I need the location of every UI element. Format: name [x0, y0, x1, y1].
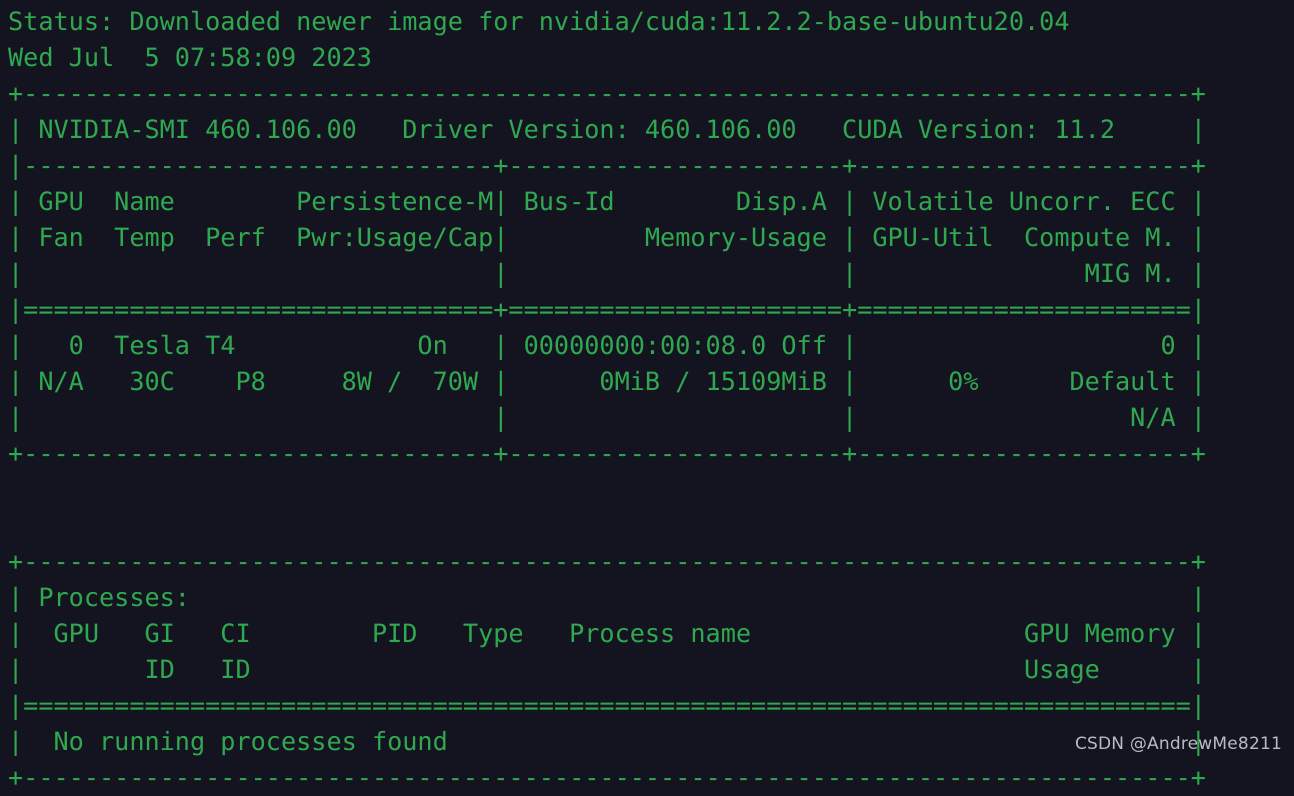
terminal-line-timestamp: Wed Jul 5 07:58:09 2023	[8, 43, 372, 72]
processes-title-line: | Processes: |	[8, 583, 1206, 612]
gpu-table-bottom-border: +-------------------------------+-------…	[8, 439, 1206, 468]
csdn-watermark: CSDN @AndrewMe8211	[1074, 734, 1282, 754]
processes-header-separator: |=======================================…	[8, 691, 1206, 720]
smi-version-line: | NVIDIA-SMI 460.106.00 Driver Version: …	[8, 115, 1206, 144]
smi-table-top-border: +---------------------------------------…	[8, 79, 1206, 108]
processes-header-row-2: | ID ID Usage |	[8, 655, 1206, 684]
gpu-table-header-row-2: | Fan Temp Perf Pwr:Usage/Cap| Memory-Us…	[8, 223, 1206, 252]
processes-header-row-1: | GPU GI CI PID Type Process name GPU Me…	[8, 619, 1206, 648]
gpu-table-header-row-1: | GPU Name Persistence-M| Bus-Id Disp.A …	[8, 187, 1206, 216]
terminal-line-status: Status: Downloaded newer image for nvidi…	[8, 7, 1070, 36]
processes-table-top-border: +---------------------------------------…	[8, 547, 1206, 576]
terminal-window[interactable]: Status: Downloaded newer image for nvidi…	[0, 0, 1294, 792]
smi-header-divider: |-------------------------------+-------…	[8, 151, 1206, 180]
gpu-row-0-line-1: | 0 Tesla T4 On | 00000000:00:08.0 Off |…	[8, 331, 1206, 360]
gpu-row-0-line-3: | | | N/A |	[8, 403, 1206, 432]
processes-table-bottom-border: +---------------------------------------…	[8, 763, 1206, 792]
gpu-table-header-separator: |===============================+=======…	[8, 295, 1206, 324]
spacer-line-1	[8, 472, 1294, 508]
spacer-line-2	[8, 508, 1294, 544]
gpu-table-header-row-3: | | | MIG M. |	[8, 259, 1206, 288]
gpu-row-0-line-2: | N/A 30C P8 8W / 70W | 0MiB / 15109MiB …	[8, 367, 1206, 396]
